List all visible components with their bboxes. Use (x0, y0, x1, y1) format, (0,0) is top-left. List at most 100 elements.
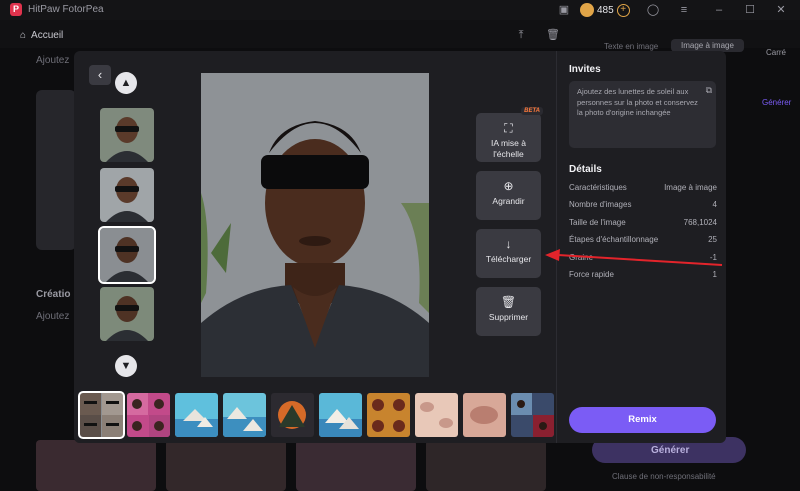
detail-label: Force rapide (569, 270, 614, 279)
history-thumbnail-image (223, 393, 266, 437)
upscale-button[interactable]: BETA ⛶ IA mise à l'échelle (476, 107, 543, 162)
history-thumbnail-image (319, 393, 362, 437)
upload-icon[interactable]: ⤒ (514, 28, 528, 42)
main-image-preview (201, 73, 429, 377)
scroll-up-button[interactable]: ▲ (115, 72, 137, 94)
bg-generate-text: Générer (651, 445, 690, 456)
bg-thumbnail (36, 440, 156, 491)
portrait-thumbnail-image (100, 287, 154, 341)
bg-disclaimer: Clause de non-responsabilité (612, 472, 716, 481)
home-link[interactable]: ⌂ Accueil (20, 30, 63, 41)
history-thumbnail[interactable] (127, 393, 170, 437)
download-label: Télécharger (485, 254, 532, 264)
bg-add-label: Ajoutez (36, 311, 70, 322)
history-thumbnail-image (367, 393, 410, 437)
portrait-thumbnail-image (100, 228, 154, 282)
bg-thumbnail (166, 440, 286, 491)
history-thumbnail-image (271, 393, 314, 437)
bg-image-card (36, 90, 76, 250)
history-thumbnail-image (463, 393, 506, 437)
title-bar: P HitPaw FotorPea ▣ 485 + ◯ ≡ – ☐ ✕ (0, 0, 800, 20)
user-icon[interactable]: ◯ (646, 3, 660, 17)
history-thumbnail-image (175, 393, 218, 437)
detail-value: 1 (712, 270, 717, 279)
logo-icon: P (10, 3, 22, 16)
history-thumbnail[interactable] (463, 393, 506, 437)
history-thumbnail-image (80, 393, 123, 437)
image-detail-modal: ‹ ▲ ▼ BETA ⛶ IA mise à l'échelle ⊕ Agran… (74, 51, 726, 443)
result-thumbnail[interactable] (100, 287, 154, 341)
scroll-down-button[interactable]: ▼ (115, 355, 137, 377)
detail-row: Force rapide 1 (569, 270, 717, 279)
history-thumbnail-image (415, 393, 458, 437)
detail-row: Taille de l'image 768,1024 (569, 218, 717, 227)
prompt-text: Ajoutez des lunettes de soleil aux perso… (577, 87, 698, 117)
result-thumbnail[interactable] (100, 168, 154, 222)
menu-icon[interactable]: ≡ (677, 3, 691, 17)
bg-creation-label: Créatio (36, 289, 71, 300)
prompt-box[interactable]: Ajoutez des lunettes de soleil aux perso… (569, 81, 716, 148)
details-panel: Invites Ajoutez des lunettes de soleil a… (556, 51, 726, 443)
history-thumbnail[interactable] (511, 393, 554, 437)
copy-icon[interactable]: ⧉ (706, 85, 712, 96)
home-label: Accueil (31, 30, 64, 41)
upscale-label: IA mise à l'échelle (491, 138, 526, 159)
history-thumbnail[interactable] (415, 393, 458, 437)
coin-icon (580, 3, 594, 17)
history-thumbnail[interactable] (271, 393, 314, 437)
detail-label: Nombre d'images (569, 200, 632, 209)
result-thumbnail[interactable] (100, 108, 154, 162)
result-thumbnail-selected[interactable] (98, 226, 156, 284)
detail-row: Graine -1 (569, 253, 717, 262)
detail-label: Graine (569, 253, 594, 262)
trash-icon: 🗑 (500, 295, 517, 309)
app-title: HitPaw FotorPea (28, 4, 104, 15)
back-button[interactable]: ‹ (89, 65, 111, 85)
history-thumbnail[interactable] (319, 393, 362, 437)
details-title: Détails (569, 164, 602, 175)
delete-button[interactable]: 🗑 Supprimer (476, 287, 541, 336)
close-icon[interactable]: ✕ (774, 3, 788, 17)
bg-thumbnail (296, 440, 416, 491)
portrait-thumbnail-image (100, 108, 154, 162)
chevron-left-icon: ‹ (97, 67, 103, 82)
detail-row: Caractéristiques Image à image (569, 183, 717, 192)
bg-add-label-top: Ajoutez (36, 55, 70, 66)
history-thumbnail[interactable] (175, 393, 218, 437)
history-thumbnail-selected[interactable] (78, 391, 125, 439)
history-thumbnail-image (511, 393, 554, 437)
detail-value: 25 (708, 235, 717, 244)
bg-generate-label: Générer (762, 98, 792, 107)
zoom-icon: ⊕ (503, 179, 514, 193)
maximize-icon[interactable]: ☐ (743, 3, 757, 17)
detail-label: Taille de l'image (569, 218, 626, 227)
remix-button[interactable]: Remix (569, 407, 716, 433)
detail-value: Image à image (664, 183, 717, 192)
detail-label: Caractéristiques (569, 183, 627, 192)
credits-display[interactable]: 485 + (580, 2, 630, 18)
bg-thumbnail (426, 440, 546, 491)
portrait-image (201, 73, 429, 377)
detail-row: Nombre d'images 4 (569, 200, 717, 209)
detail-row: Étapes d'échantillonnage 25 (569, 235, 717, 244)
gift-icon[interactable]: ▣ (557, 3, 571, 17)
history-thumbnail[interactable] (223, 393, 266, 437)
enlarge-button[interactable]: ⊕ Agrandir (476, 171, 541, 220)
credits-count: 485 (597, 4, 614, 16)
chevron-down-icon: ▼ (120, 360, 132, 372)
home-icon: ⌂ (20, 30, 27, 41)
chevron-up-icon: ▲ (120, 77, 132, 89)
history-thumbnail[interactable] (367, 393, 410, 437)
download-icon: ↓ (505, 237, 512, 251)
bg-tab-text-to-image: Texte en image (604, 42, 659, 51)
add-credits-icon[interactable]: + (616, 3, 630, 17)
detail-value: 768,1024 (683, 218, 717, 227)
invites-title: Invites (569, 64, 601, 75)
trash-icon[interactable]: 🗑 (546, 28, 560, 42)
minimize-icon[interactable]: – (712, 3, 726, 17)
portrait-thumbnail-image (100, 168, 154, 222)
detail-value: 4 (712, 200, 717, 209)
delete-label: Supprimer (488, 312, 529, 322)
download-button[interactable]: ↓ Télécharger (476, 229, 541, 278)
detail-value: -1 (709, 253, 717, 262)
